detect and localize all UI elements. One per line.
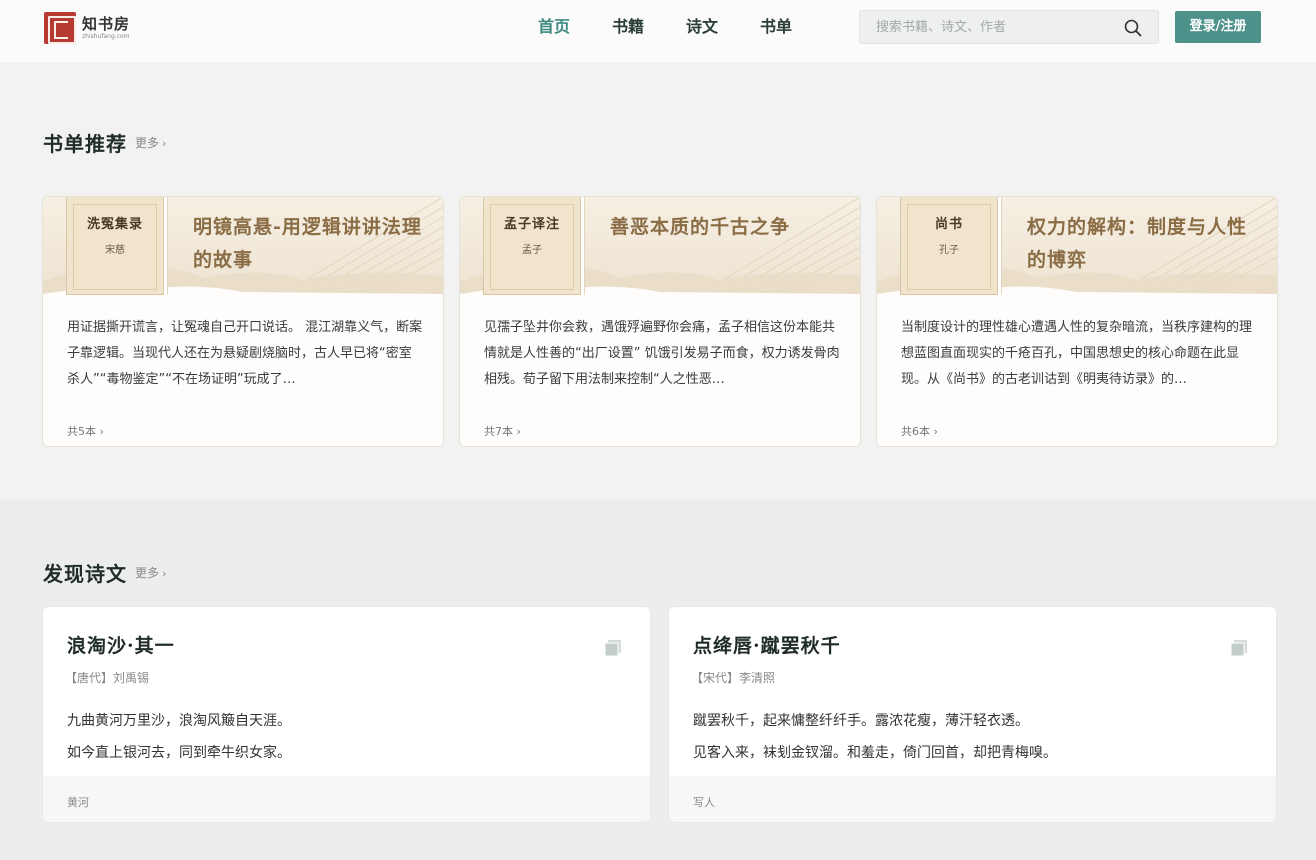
logo-url: zhishufang.com [82,32,130,40]
book-cover-author: 宋慈 [105,245,125,256]
copy-icon[interactable] [1230,639,1248,657]
booklist-card-count: 共7本 › [484,423,521,439]
booklist-card[interactable]: 孟子译注 孟子 善恶本质的千古之争 见孺子坠井你会救，遇饿殍遍野你会痛，孟子相信… [459,196,861,447]
chevron-right-icon: › [516,425,521,438]
poem-section-title: 发现诗文 [43,562,127,586]
nav-poems[interactable]: 诗文 [686,16,718,38]
chevron-right-icon: › [99,425,104,438]
book-cover: 孟子译注 孟子 [483,197,581,295]
book-cover-author: 孔子 [939,245,959,256]
poem-card-footer: 黄河 [43,776,650,822]
poem-tag[interactable]: 写人 [693,794,715,810]
booklist-card-count: 共5本 › [67,423,104,439]
booklist-card-title: 权力的解构：制度与人性的博弈 [1027,216,1248,271]
search-box [859,10,1159,44]
chevron-right-icon: › [162,137,167,150]
chevron-right-icon: › [933,425,938,438]
nav-booklists[interactable]: 书单 [760,16,792,38]
booklist-card-description: 当制度设计的理性雄心遭遇人性的复杂暗流，当秩序建构的理想蓝图直面现实的千疮百孔，… [901,320,1253,387]
booklist-card[interactable]: 尚书 孔子 权力的解构：制度与人性的博弈 当制度设计的理性雄心遭遇人性的复杂暗流… [876,196,1278,447]
booklist-card-description: 用证据撕开谎言，让冤魂自己开口说话。 混江湖靠义气，断案子靠逻辑。当现代人还在为… [67,320,423,387]
book-cover: 尚书 孔子 [900,197,998,295]
search-icon[interactable] [1124,19,1142,37]
poem-line: 如今直上银河去，同到牵牛织女家。 [67,745,291,761]
login-register-button[interactable]: 登录/注册 [1175,11,1261,43]
book-cover-author: 孟子 [522,245,542,256]
poem-title: 浪淘沙·其一 [67,635,175,657]
booklist-card-title: 明镜高悬-用逻辑讲讲法理的故事 [193,216,422,271]
booklist-card-title: 善恶本质的千古之争 [610,216,791,238]
book-cover-title: 尚书 [934,217,963,232]
book-count-label: 共7本 [484,425,513,438]
booklist-card[interactable]: 洗冤集录 宋慈 明镜高悬-用逻辑讲讲法理的故事 用证据撕开谎言，让冤魂自己开口说… [42,196,444,447]
booklist-card-count: 共6本 › [901,423,938,439]
poem-dynasty-author: 【宋代】李清照 [691,671,776,685]
main-nav: 首页 书籍 诗文 书单 [538,16,834,38]
logo-seal-icon [44,12,76,44]
book-cover: 洗冤集录 宋慈 [66,197,164,295]
poem-more-label: 更多 [135,566,160,580]
poem-dynasty-author: 【唐代】刘禹锡 [65,671,150,685]
site-logo[interactable]: 知书房 zhishufang.com [44,12,130,44]
booklist-card-description: 见孺子坠井你会救，遇饿殍遍野你会痛，孟子相信这份本能共情就是人性善的“出厂设置”… [484,320,840,387]
logo-name: 知书房 [82,14,131,33]
poem-line: 蹴罢秋千，起来慵整纤纤手。露浓花瘦，薄汗轻衣透。 [693,713,1029,729]
booklist-more-link[interactable]: 更多 › [135,134,166,151]
chevron-right-icon: › [162,567,167,580]
poem-title: 点绛唇·蹴罢秋千 [693,635,841,657]
search-input[interactable] [876,17,1116,37]
booklist-more-label: 更多 [135,136,160,150]
poem-card-footer: 写人 [669,776,1276,822]
book-cover-title: 洗冤集录 [86,217,143,232]
copy-icon[interactable] [604,639,622,657]
top-header: 知书房 zhishufang.com 首页 书籍 诗文 书单 登录/注册 [0,0,1316,62]
poem-line: 见客入来，袜刬金钗溜。和羞走，倚门回首，却把青梅嗅。 [693,745,1057,761]
book-count-label: 共6本 [901,425,930,438]
booklist-section-title: 书单推荐 [43,132,127,156]
poem-tag[interactable]: 黄河 [67,794,89,810]
book-count-label: 共5本 [67,425,96,438]
poem-more-link[interactable]: 更多 › [135,564,166,581]
poem-card[interactable]: 浪淘沙·其一 【唐代】刘禹锡 九曲黄河万里沙，浪淘风簸自天涯。 如今直上银河去，… [42,606,651,823]
poem-line: 九曲黄河万里沙，浪淘风簸自天涯。 [67,713,291,729]
nav-home[interactable]: 首页 [538,16,570,38]
nav-books[interactable]: 书籍 [612,16,644,38]
poem-card[interactable]: 点绛唇·蹴罢秋千 【宋代】李清照 蹴罢秋千，起来慵整纤纤手。露浓花瘦，薄汗轻衣透… [668,606,1277,823]
book-cover-title: 孟子译注 [503,217,560,232]
